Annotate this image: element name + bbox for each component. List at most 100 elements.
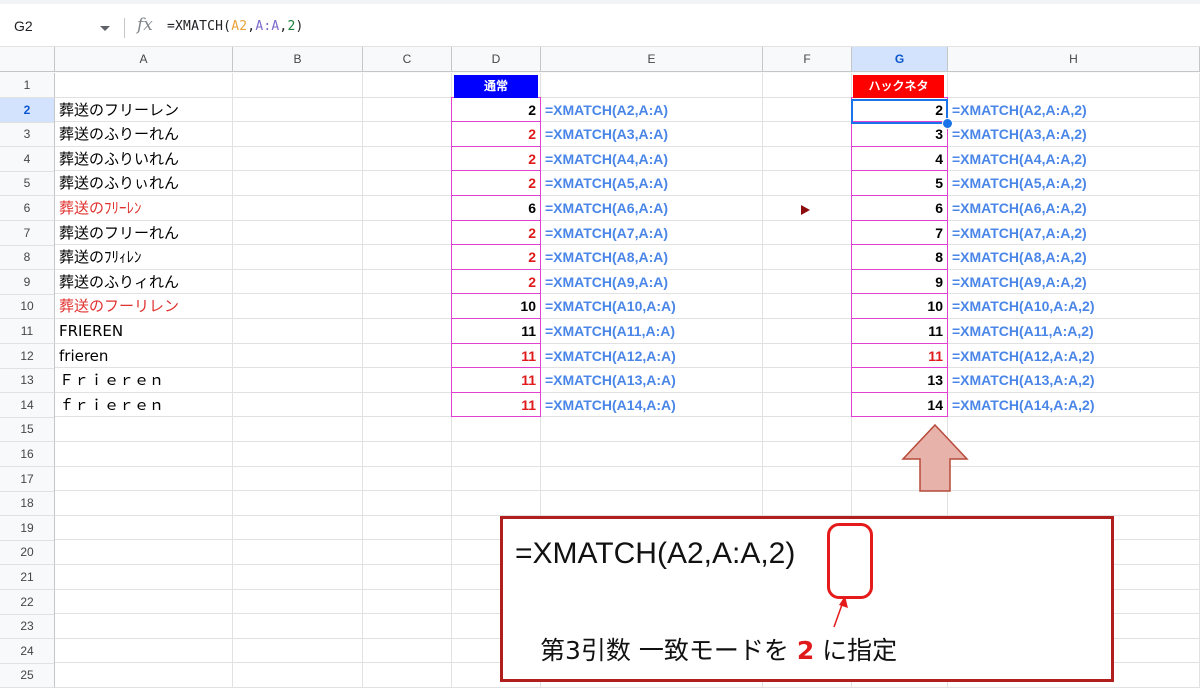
cell-h7[interactable]: =XMATCH(A7,A:A,2): [948, 221, 1200, 245]
row-header-15[interactable]: 15: [0, 417, 55, 443]
cell-e11[interactable]: =XMATCH(A11,A:A): [541, 319, 766, 343]
cell-h11[interactable]: =XMATCH(A11,A:A,2): [948, 319, 1200, 343]
row-header-7[interactable]: 7: [0, 220, 55, 246]
cell-g14[interactable]: 14: [852, 393, 947, 417]
cell-d5[interactable]: 2: [452, 171, 540, 195]
cell-a11[interactable]: FRIEREN: [55, 319, 236, 343]
cell-e12[interactable]: =XMATCH(A12,A:A): [541, 344, 766, 368]
cell-d11[interactable]: 11: [452, 319, 540, 343]
cell-g8[interactable]: 8: [852, 245, 947, 269]
cell-d9[interactable]: 2: [452, 270, 540, 294]
cell-g3[interactable]: 3: [852, 122, 947, 146]
cell-h5[interactable]: =XMATCH(A5,A:A,2): [948, 171, 1200, 195]
cell-a9[interactable]: 葬送のふりィれん: [55, 270, 236, 294]
row-header-25[interactable]: 25: [0, 663, 55, 688]
cell-a12[interactable]: frieren: [55, 344, 236, 368]
cell-d14[interactable]: 11: [452, 393, 540, 417]
row-header-3[interactable]: 3: [0, 122, 55, 148]
note-indicator-icon[interactable]: [801, 205, 810, 215]
column-header-g[interactable]: G: [852, 47, 948, 72]
row-header-11[interactable]: 11: [0, 319, 55, 344]
cell-g7[interactable]: 7: [852, 221, 947, 245]
cell-e4[interactable]: =XMATCH(A4,A:A): [541, 147, 766, 171]
row-header-4[interactable]: 4: [0, 146, 55, 172]
row-header-12[interactable]: 12: [0, 343, 55, 369]
cell-e14[interactable]: =XMATCH(A14,A:A): [541, 393, 766, 417]
cell-a13[interactable]: Ｆｒｉｅｒｅｎ: [55, 368, 236, 392]
formula-input[interactable]: =XMATCH(A2,A:A,2): [167, 19, 304, 34]
row-header-5[interactable]: 5: [0, 171, 55, 197]
row-header-8[interactable]: 8: [0, 245, 55, 271]
cell-e7[interactable]: =XMATCH(A7,A:A): [541, 221, 766, 245]
cell-g5[interactable]: 5: [852, 171, 947, 195]
cell-a4[interactable]: 葬送のふりいれん: [55, 147, 236, 171]
cell-d2[interactable]: 2: [452, 98, 540, 122]
row-header-9[interactable]: 9: [0, 269, 55, 295]
cell-h13[interactable]: =XMATCH(A13,A:A,2): [948, 368, 1200, 392]
cell-h9[interactable]: =XMATCH(A9,A:A,2): [948, 270, 1200, 294]
cell-h6[interactable]: =XMATCH(A6,A:A,2): [948, 196, 1200, 220]
cell-d4[interactable]: 2: [452, 147, 540, 171]
cell-e13[interactable]: =XMATCH(A13,A:A): [541, 368, 766, 392]
cell-g4[interactable]: 4: [852, 147, 947, 171]
row-header-18[interactable]: 18: [0, 491, 55, 517]
cell-d12[interactable]: 11: [452, 344, 540, 368]
label-normal[interactable]: 通常: [454, 75, 538, 98]
cell-d6[interactable]: 6: [452, 196, 540, 220]
column-header-c[interactable]: C: [363, 47, 452, 72]
cell-a2[interactable]: 葬送のフリーレン: [55, 98, 236, 122]
select-all-corner[interactable]: [0, 47, 55, 72]
cell-g13[interactable]: 13: [852, 368, 947, 392]
row-header-23[interactable]: 23: [0, 614, 55, 640]
cell-d3[interactable]: 2: [452, 122, 540, 146]
column-header-f[interactable]: F: [763, 47, 852, 72]
cell-e2[interactable]: =XMATCH(A2,A:A): [541, 98, 766, 122]
cell-h2[interactable]: =XMATCH(A2,A:A,2): [948, 98, 1200, 122]
cell-g6[interactable]: 6: [852, 196, 947, 220]
column-header-a[interactable]: A: [55, 47, 233, 72]
column-header-h[interactable]: H: [948, 47, 1200, 72]
cell-a5[interactable]: 葬送のふりぃれん: [55, 171, 236, 195]
cell-d10[interactable]: 10: [452, 294, 540, 318]
row-header-20[interactable]: 20: [0, 540, 55, 566]
column-header-b[interactable]: B: [233, 47, 363, 72]
cell-d7[interactable]: 2: [452, 221, 540, 245]
cell-h10[interactable]: =XMATCH(A10,A:A,2): [948, 294, 1200, 318]
cell-h8[interactable]: =XMATCH(A8,A:A,2): [948, 245, 1200, 269]
cell-e10[interactable]: =XMATCH(A10,A:A): [541, 294, 766, 318]
row-header-22[interactable]: 22: [0, 589, 55, 615]
row-header-21[interactable]: 21: [0, 565, 55, 590]
row-header-24[interactable]: 24: [0, 638, 55, 664]
cell-a6[interactable]: 葬送のﾌﾘｰﾚﾝ: [55, 196, 236, 220]
row-header-17[interactable]: 17: [0, 466, 55, 492]
cell-a8[interactable]: 葬送のﾌﾘｨﾚﾝ: [55, 245, 236, 269]
row-header-13[interactable]: 13: [0, 368, 55, 394]
cell-g10[interactable]: 10: [852, 294, 947, 318]
cell-e5[interactable]: =XMATCH(A5,A:A): [541, 171, 766, 195]
cell-a10[interactable]: 葬送のフーリレン: [55, 294, 236, 318]
cell-d13[interactable]: 11: [452, 368, 540, 392]
cell-g11[interactable]: 11: [852, 319, 947, 343]
cell-e8[interactable]: =XMATCH(A8,A:A): [541, 245, 766, 269]
cell-e6[interactable]: =XMATCH(A6,A:A): [541, 196, 766, 220]
cell-a14[interactable]: ｆｒｉｅｒｅｎ: [55, 393, 236, 417]
cell-e9[interactable]: =XMATCH(A9,A:A): [541, 270, 766, 294]
row-header-19[interactable]: 19: [0, 515, 55, 541]
fill-handle[interactable]: [942, 118, 953, 129]
cell-e3[interactable]: =XMATCH(A3,A:A): [541, 122, 766, 146]
row-header-1[interactable]: 1: [0, 73, 55, 98]
cell-a3[interactable]: 葬送のふりーれん: [55, 122, 236, 146]
cell-a7[interactable]: 葬送のフリーれん: [55, 221, 236, 245]
row-header-10[interactable]: 10: [0, 294, 55, 320]
row-header-6[interactable]: 6: [0, 196, 55, 221]
name-box[interactable]: G2: [14, 18, 33, 34]
row-header-16[interactable]: 16: [0, 442, 55, 467]
cell-h3[interactable]: =XMATCH(A3,A:A,2): [948, 122, 1200, 146]
label-hack[interactable]: ハックネタ: [853, 75, 944, 98]
cell-h12[interactable]: =XMATCH(A12,A:A,2): [948, 344, 1200, 368]
cell-d8[interactable]: 2: [452, 245, 540, 269]
column-header-d[interactable]: D: [452, 47, 541, 72]
cell-g12[interactable]: 11: [852, 344, 947, 368]
cell-h14[interactable]: =XMATCH(A14,A:A,2): [948, 393, 1200, 417]
active-cell-g2[interactable]: [851, 99, 948, 124]
